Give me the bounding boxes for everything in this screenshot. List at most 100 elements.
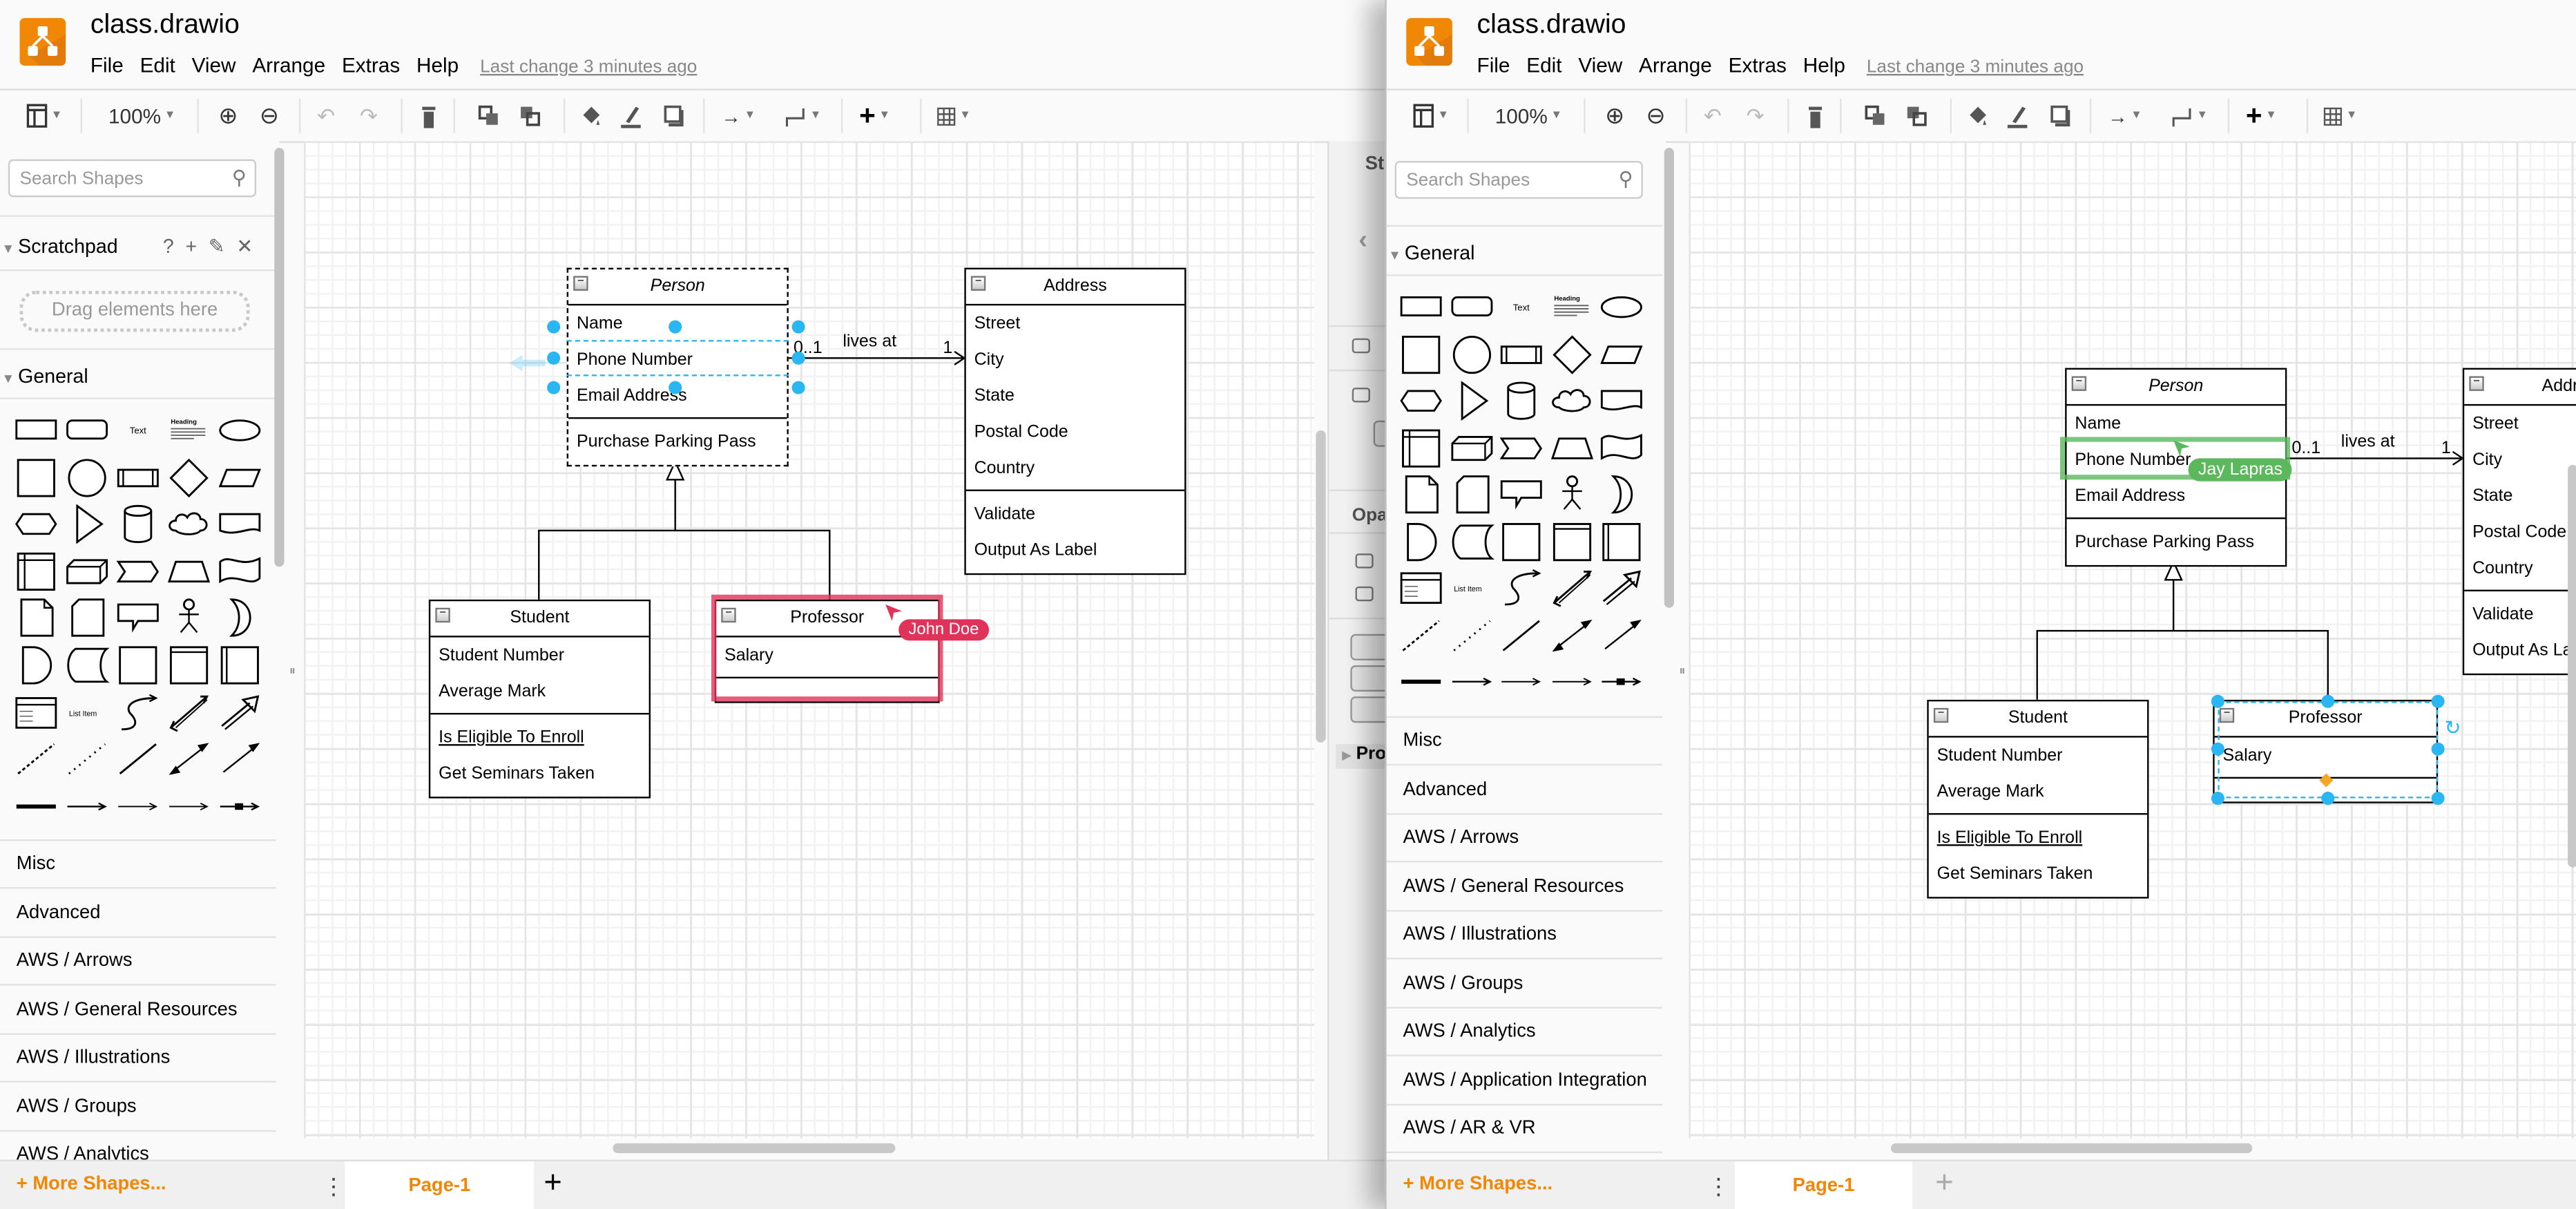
connection-handle[interactable] — [791, 320, 805, 334]
connection-arrow-icon[interactable]: → ▼ — [721, 102, 756, 129]
connection-handle[interactable] — [669, 320, 682, 334]
shape-arrow-icon[interactable] — [1599, 569, 1645, 608]
shape-internal-storage-icon[interactable] — [1398, 428, 1444, 467]
class-method[interactable]: Validate — [966, 496, 1184, 532]
class-address[interactable]: − Address StreetCityStatePostal CodeCount… — [2462, 368, 2576, 676]
class-attribute[interactable]: City — [966, 342, 1184, 378]
shape-diamond-icon[interactable] — [166, 457, 212, 497]
sidebar-category[interactable]: AWS / General Resources — [0, 987, 276, 1034]
zoom-out-icon[interactable]: ⊖ — [260, 102, 279, 129]
shape-document-icon[interactable] — [217, 504, 263, 544]
rotate-icon[interactable]: ↻ — [2445, 716, 2461, 739]
shape-diamond-icon[interactable] — [1548, 334, 1595, 374]
waypoints-icon[interactable]: ▼ — [2170, 102, 2208, 129]
shape-container-icon[interactable] — [1498, 522, 1544, 561]
collapse-icon[interactable]: − — [435, 607, 450, 623]
class-method[interactable]: Get Seminars Taken — [1929, 856, 2147, 892]
pages-menu-icon[interactable]: ⋮ — [322, 1173, 345, 1201]
shape-parallelogram-icon[interactable] — [1599, 334, 1645, 374]
shape-and-icon[interactable] — [13, 645, 59, 685]
shape-callout-icon[interactable] — [1498, 475, 1544, 514]
shape-triangle-icon[interactable] — [64, 504, 110, 544]
class-attribute[interactable]: Postal Code — [2464, 514, 2576, 550]
delete-icon[interactable] — [421, 102, 437, 129]
class-attribute[interactable]: Country — [2464, 551, 2576, 587]
redo-icon[interactable]: ↷ — [360, 102, 378, 129]
shape-container-icon[interactable] — [115, 645, 162, 685]
shape-textbox-icon[interactable]: Heading — [166, 410, 212, 450]
shape-connector-with-3-labels-icon[interactable] — [166, 786, 212, 826]
shape-curve-icon[interactable] — [115, 692, 162, 732]
pages-menu-icon[interactable]: ⋮ — [1707, 1173, 1730, 1201]
class-header[interactable]: − Person — [2066, 370, 2285, 406]
delete-icon[interactable] — [1807, 102, 1824, 129]
class-method[interactable]: Purchase Parking Pass — [568, 423, 787, 459]
zoom-select[interactable]: 100% ▼ — [108, 102, 175, 129]
shape-parallelogram-icon[interactable] — [217, 457, 263, 497]
sidebar-category[interactable]: AWS / Application Integration — [1386, 1057, 1663, 1105]
general-section-header[interactable]: ▼ General — [0, 365, 276, 388]
class-header[interactable]: − Student — [1928, 701, 2148, 738]
resize-handle[interactable] — [2321, 694, 2335, 708]
shape-horizontal-container-icon[interactable] — [1599, 522, 1645, 561]
class-attribute[interactable]: Country — [966, 450, 1184, 486]
shape-circle-icon[interactable] — [64, 457, 110, 497]
shape-vertical-container-icon[interactable] — [1548, 522, 1595, 561]
sidebar-category[interactable]: Advanced — [1386, 766, 1663, 815]
class-attribute[interactable]: Average Mark — [1929, 774, 2147, 810]
canvas-horizontal-scrollbar[interactable] — [1890, 1143, 2253, 1154]
target-multiplicity[interactable]: 1 — [943, 339, 952, 359]
sidebar-category[interactable]: AWS / Illustrations — [1386, 912, 1663, 960]
connection-handle[interactable] — [547, 320, 561, 334]
shape-connector-with-symbol-icon[interactable] — [217, 786, 263, 826]
sidebar-category[interactable]: AWS / Analytics — [1386, 1009, 1663, 1056]
chevron-left-icon[interactable]: ‹ — [1358, 227, 1367, 256]
shape-horizontal-container-icon[interactable] — [217, 645, 263, 685]
shape-directional-connector-icon[interactable] — [217, 739, 263, 779]
shape-dotted-line-icon[interactable] — [64, 739, 110, 779]
shape-connector-with-label-icon[interactable] — [64, 786, 110, 826]
menu-view[interactable]: View — [192, 54, 236, 77]
document-title[interactable]: class.drawio — [90, 10, 240, 41]
undo-icon[interactable]: ↶ — [317, 102, 335, 129]
shape-triangle-icon[interactable] — [1448, 381, 1494, 421]
shape-square-icon[interactable] — [1398, 334, 1444, 374]
menu-help[interactable]: Help — [1803, 54, 1845, 77]
drawing-canvas[interactable]: − Person Name Phone Number Email Address Pu… — [1689, 141, 2576, 1139]
more-shapes-button[interactable]: + More Shapes... — [1403, 1174, 1553, 1194]
class-header[interactable]: − Address — [965, 269, 1185, 306]
shape-text-icon[interactable]: Text — [1498, 287, 1544, 327]
resize-handle[interactable] — [2431, 792, 2445, 806]
shape-data-storage-icon[interactable] — [1448, 522, 1494, 561]
shape-ellipse-icon[interactable] — [217, 410, 263, 450]
class-attribute[interactable]: Average Mark — [430, 674, 648, 710]
shape-note-icon[interactable] — [1398, 475, 1444, 514]
connection-handle[interactable] — [547, 351, 561, 365]
sidebar-category[interactable]: Misc — [0, 841, 276, 889]
shape-connector-with-label-icon[interactable] — [1448, 662, 1494, 701]
tab-page-1[interactable]: Page-1 — [345, 1161, 535, 1209]
shape-list-icon[interactable] — [1398, 569, 1444, 608]
shape-rounded-rectangle-icon[interactable] — [1448, 287, 1494, 327]
class-method[interactable]: Purchase Parking Pass — [2067, 524, 2285, 560]
view-panels-icon[interactable]: ▼ — [26, 102, 62, 129]
resize-handle[interactable] — [2211, 792, 2224, 806]
source-multiplicity[interactable]: 0..1 — [2291, 439, 2320, 459]
class-method[interactable]: Output As Label — [2464, 632, 2576, 668]
shape-data-storage-icon[interactable] — [64, 645, 110, 685]
search-shapes-input[interactable]: Search Shapes ⚲ — [1394, 161, 1643, 199]
shape-text-icon[interactable]: Text — [115, 410, 162, 450]
last-change-link[interactable]: Last change 3 minutes ago — [480, 57, 697, 77]
collapse-icon[interactable]: − — [573, 276, 588, 291]
to-front-icon[interactable] — [1865, 102, 1887, 129]
menu-help[interactable]: Help — [416, 54, 459, 77]
redo-icon[interactable]: ↷ — [1747, 102, 1765, 129]
shape-link-icon[interactable] — [13, 786, 59, 826]
shape-line-icon[interactable] — [115, 739, 162, 779]
zoom-select[interactable]: 100% ▼ — [1495, 102, 1562, 129]
shape-trapezoid-icon[interactable] — [1548, 428, 1595, 467]
checkbox[interactable] — [1355, 553, 1374, 569]
undo-icon[interactable]: ↶ — [1704, 102, 1722, 129]
sidebar-category[interactable]: AWS / Arrows — [0, 938, 276, 986]
menu-file[interactable]: File — [1477, 54, 1510, 77]
